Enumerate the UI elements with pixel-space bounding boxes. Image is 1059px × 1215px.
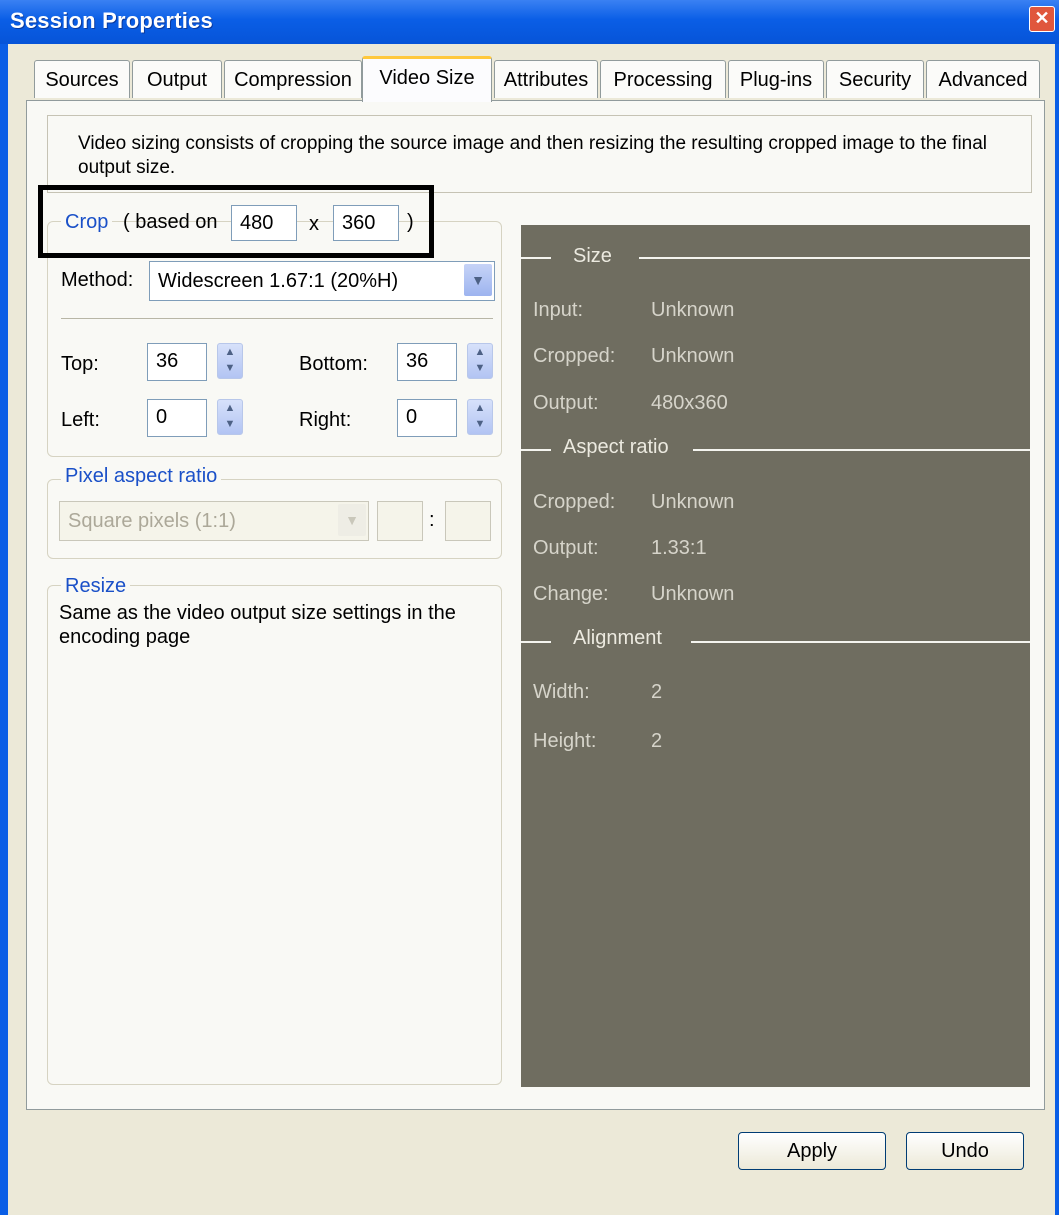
title-bar[interactable]: Session Properties ✕ <box>0 0 1059 44</box>
tab-video-size[interactable]: Video Size <box>362 56 492 102</box>
aspect-cropped-label: Cropped: <box>533 491 616 513</box>
pixel-aspect-legend: Pixel aspect ratio <box>61 465 222 488</box>
right-label: Right: <box>299 409 352 431</box>
left-input[interactable]: 0 <box>147 399 207 437</box>
undo-button[interactable]: Undo <box>906 1132 1024 1170</box>
resize-group <box>47 585 502 1085</box>
cropped-label: Cropped: <box>533 345 616 367</box>
change-label: Change: <box>533 583 609 605</box>
output-label: Output: <box>533 392 599 414</box>
apply-button[interactable]: Apply <box>738 1132 886 1170</box>
bottom-input[interactable]: 36 <box>397 343 457 381</box>
aspect-cropped-value: Unknown <box>651 491 735 513</box>
bottom-spin-icon[interactable]: ▲ ▼ <box>467 343 493 379</box>
method-select[interactable]: Widescreen 1.67:1 (20%H) ▼ <box>149 261 495 301</box>
tab-sources[interactable]: Sources <box>34 60 130 98</box>
input-label: Input: <box>533 299 584 321</box>
crop-highlight-box <box>38 185 434 258</box>
tab-output[interactable]: Output <box>132 60 222 98</box>
aspect-output-label: Output: <box>533 537 599 559</box>
aspect-output-value: 1.33:1 <box>651 537 707 559</box>
bottom-label: Bottom: <box>299 353 368 375</box>
left-spin-icon[interactable]: ▲ ▼ <box>217 399 243 435</box>
pixel-aspect-select[interactable]: Square pixels (1:1) ▼ <box>59 501 369 541</box>
pixel-aspect-num-input[interactable] <box>377 501 423 541</box>
right-spin-icon[interactable]: ▲ ▼ <box>467 399 493 435</box>
session-properties-window: Session Properties ✕ Sources Output Comp… <box>0 0 1059 1215</box>
pixel-aspect-den-input[interactable] <box>445 501 491 541</box>
width-label: Width: <box>533 681 590 703</box>
tab-security[interactable]: Security <box>826 60 924 98</box>
height-value: 2 <box>651 730 663 752</box>
alignment-divider-right <box>691 641 1030 643</box>
tab-attributes[interactable]: Attributes <box>494 60 598 98</box>
cropped-value: Unknown <box>651 345 735 367</box>
change-value: Unknown <box>651 583 735 605</box>
top-label: Top: <box>61 353 99 375</box>
chevron-down-icon[interactable]: ▼ <box>338 504 366 536</box>
right-input[interactable]: 0 <box>397 399 457 437</box>
window-frame-right <box>1055 44 1059 1215</box>
resize-text: Same as the video output size settings i… <box>59 602 456 648</box>
top-spin-icon[interactable]: ▲ ▼ <box>217 343 243 379</box>
method-label: Method: <box>61 269 134 291</box>
tab-processing[interactable]: Processing <box>600 60 726 98</box>
chevron-down-icon[interactable]: ▼ <box>464 264 492 296</box>
tab-plug-ins[interactable]: Plug-ins <box>728 60 824 98</box>
pixel-aspect-separator: : <box>429 509 435 531</box>
top-input[interactable]: 36 <box>147 343 207 381</box>
size-section-title: Size <box>573 245 612 267</box>
tab-strip: Sources Output Compression Video Size At… <box>30 56 1040 102</box>
crop-divider <box>61 318 493 319</box>
input-value: Unknown <box>651 299 735 321</box>
close-button[interactable]: ✕ <box>1029 6 1055 32</box>
alignment-divider-left <box>521 641 551 643</box>
height-label: Height: <box>533 730 597 752</box>
window-frame-left <box>0 44 8 1215</box>
alignment-section-title: Alignment <box>573 627 662 649</box>
aspect-divider-right <box>693 449 1030 451</box>
method-value: Widescreen 1.67:1 (20%H) <box>158 270 399 292</box>
tab-advanced[interactable]: Advanced <box>926 60 1040 98</box>
aspect-divider-left <box>521 449 551 451</box>
output-value: 480x360 <box>651 392 728 414</box>
tab-compression[interactable]: Compression <box>224 60 362 98</box>
width-value: 2 <box>651 681 663 703</box>
description-box: Video sizing consists of cropping the so… <box>47 115 1032 193</box>
resize-legend: Resize <box>61 575 131 598</box>
left-label: Left: <box>61 409 100 431</box>
size-divider-left <box>521 257 551 259</box>
aspect-section-title: Aspect ratio <box>563 436 669 458</box>
pixel-aspect-value: Square pixels (1:1) <box>68 510 236 532</box>
size-divider-right <box>639 257 1030 259</box>
info-panel: Size Input: Unknown Cropped: Unknown Out… <box>521 225 1030 1087</box>
window-title: Session Properties <box>10 8 213 33</box>
